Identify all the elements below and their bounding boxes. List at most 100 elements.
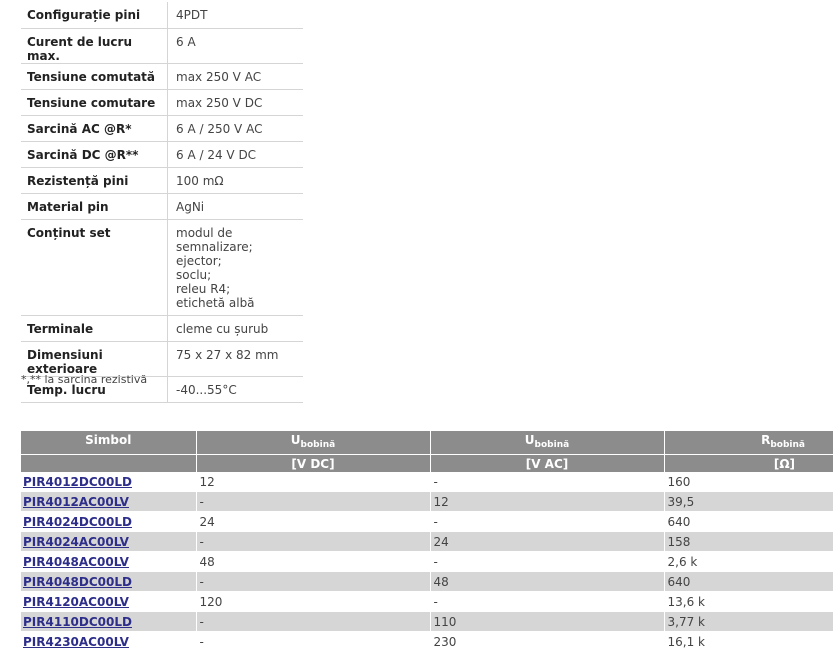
coil-voltage-ac-cell: 230: [429, 631, 664, 652]
product-symbol-cell: PIR4048AC00LV: [21, 551, 196, 572]
header-coil-voltage-dc: Ubobină: [195, 431, 430, 455]
coil-voltage-dc-cell: 120: [195, 591, 430, 612]
spec-value-line: releu R4;: [176, 281, 231, 296]
product-row: PIR4048DC00LD -48 640: [21, 571, 833, 592]
coil-resistance-cell: 16,1 k: [663, 631, 833, 652]
spec-label: Dimensiuni exterioare: [21, 341, 168, 377]
header-u: U: [290, 433, 301, 447]
header-coil-voltage-ac: Ubobină: [429, 431, 664, 455]
coil-resistance-cell: 158: [663, 531, 833, 552]
coil-resistance-cell: 2,6 k: [663, 551, 833, 572]
coil-resistance-cell: 640: [663, 571, 833, 592]
product-symbol-cell: PIR4048DC00LD: [21, 571, 196, 592]
spec-label: Tensiune comutare: [21, 89, 168, 116]
spec-value: 75 x 27 x 82 mm: [167, 341, 303, 377]
spec-value: 6 A: [167, 28, 303, 64]
spec-value-line: ejector;: [176, 253, 222, 268]
spec-value-line: modul de semnalizare;: [176, 225, 253, 254]
header-r-sub: bobină: [770, 440, 805, 450]
product-row: PIR4024AC00LV -24 158: [21, 531, 833, 552]
spec-value: max 250 V DC: [167, 89, 303, 116]
product-symbol-link[interactable]: PIR4120AC00LV: [23, 595, 129, 609]
spec-value-line: -40...55°C: [176, 382, 237, 397]
spec-value: modul de semnalizare; ejector; soclu; releu…: [167, 219, 303, 316]
spec-value-line: 100 mΩ: [176, 173, 224, 188]
header-unit-ohm: [Ω]: [663, 454, 833, 472]
product-row: PIR4024DC00LD 24-640: [21, 511, 833, 532]
spec-value: 6 A / 24 V DC: [167, 141, 303, 168]
spec-row: Sarcină DC @R** 6 A / 24 V DC: [21, 141, 303, 168]
spec-value: max 250 V AC: [167, 63, 303, 90]
coil-voltage-dc-cell: 24: [195, 511, 430, 532]
spec-label: Sarcină AC @R*: [21, 115, 168, 142]
spec-value-line: 6 A: [176, 34, 196, 49]
spec-value-line: soclu;: [176, 267, 212, 282]
coil-voltage-ac-cell: -: [429, 551, 664, 572]
coil-resistance-cell: 39,5: [663, 491, 833, 512]
spec-value-line: 6 A / 24 V DC: [176, 147, 257, 162]
footnote: *,** la sarcina rezistivă: [21, 373, 148, 386]
product-row: PIR4120AC00LV 120-13,6 k: [21, 591, 833, 612]
spec-row: Sarcină AC @R* 6 A / 250 V AC: [21, 115, 303, 142]
coil-voltage-ac-cell: 110: [429, 611, 664, 632]
spec-label: Curent de lucru max.: [21, 28, 168, 64]
product-symbol-cell: PIR4012AC00LV: [21, 491, 196, 512]
spec-label: Rezistență pini: [21, 167, 168, 194]
coil-resistance-cell: 160: [663, 472, 833, 492]
coil-voltage-dc-cell: -: [195, 611, 430, 632]
header-unit-vdc: [V DC]: [195, 454, 430, 472]
coil-resistance-cell: 13,6 k: [663, 591, 833, 612]
product-symbol-cell: PIR4024AC00LV: [21, 531, 196, 552]
spec-label: Tensiune comutată: [21, 63, 168, 90]
product-symbol-link[interactable]: PIR4110DC00LD: [23, 615, 132, 629]
coil-voltage-dc-cell: -: [195, 631, 430, 652]
spec-value: -40...55°C: [167, 376, 303, 403]
spec-row: Configurație pini 4PDT: [21, 2, 303, 29]
spec-value-line: max 250 V AC: [176, 69, 262, 84]
coil-voltage-ac-cell: -: [429, 511, 664, 532]
product-symbol-link[interactable]: PIR4024AC00LV: [23, 535, 129, 549]
spec-value: AgNi: [167, 193, 303, 220]
spec-value-line: max 250 V DC: [176, 95, 263, 110]
spec-row: Tensiune comutată max 250 V AC: [21, 63, 303, 90]
coil-voltage-ac-cell: 12: [429, 491, 664, 512]
spec-value-line: cleme cu șurub: [176, 321, 269, 336]
product-row: PIR4110DC00LD -110 3,77 k: [21, 611, 833, 632]
spec-label: Conținut set: [21, 219, 168, 316]
product-symbol-cell: PIR4012DC00LD: [21, 472, 196, 492]
product-symbol-cell: PIR4120AC00LV: [21, 591, 196, 612]
coil-resistance-cell: 3,77 k: [663, 611, 833, 632]
product-row: PIR4230AC00LV -230 16,1 k: [21, 631, 833, 652]
spec-label: Configurație pini: [21, 2, 168, 29]
spec-row: Terminale cleme cu șurub: [21, 315, 303, 342]
header-unit-vac: [V AC]: [429, 454, 664, 472]
spec-value: 6 A / 250 V AC: [167, 115, 303, 142]
spec-value-line: 6 A / 250 V AC: [176, 121, 263, 136]
spec-value-line: 4PDT: [176, 8, 208, 22]
coil-voltage-ac-cell: 24: [429, 531, 664, 552]
header-u-sub: bobină: [300, 440, 336, 450]
coil-voltage-dc-cell: -: [195, 531, 430, 552]
product-symbol-link[interactable]: PIR4012AC00LV: [23, 495, 129, 509]
coil-voltage-dc-cell: 12: [195, 472, 430, 492]
specifications-table: Configurație pini 4PDT Curent de lucru max…: [21, 2, 303, 403]
spec-value-line: etichetă albă: [176, 295, 255, 310]
product-symbol-link[interactable]: PIR4024DC00LD: [23, 515, 132, 529]
product-symbol-link[interactable]: PIR4048AC00LV: [23, 555, 129, 569]
spec-row: Material pin AgNi: [21, 193, 303, 220]
product-symbol-link[interactable]: PIR4012DC00LD: [23, 475, 132, 489]
spec-value: 100 mΩ: [167, 167, 303, 194]
product-symbol-cell: PIR4230AC00LV: [21, 631, 196, 652]
spec-value-line: AgNi: [176, 199, 205, 214]
spec-row: Conținut set modul de semnalizare; ejector…: [21, 219, 303, 316]
spec-row: Rezistență pini 100 mΩ: [21, 167, 303, 194]
spec-row: Dimensiuni exterioare 75 x 27 x 82 mm: [21, 341, 303, 377]
product-row: PIR4012DC00LD 12-160: [21, 472, 833, 492]
spec-label: Sarcină DC @R**: [21, 141, 168, 168]
product-symbol-link[interactable]: PIR4048DC00LD: [23, 575, 132, 589]
coil-voltage-dc-cell: -: [195, 491, 430, 512]
coil-resistance-cell: 640: [663, 511, 833, 532]
product-row: PIR4048AC00LV 48-2,6 k: [21, 551, 833, 572]
product-symbol-link[interactable]: PIR4230AC00LV: [23, 635, 129, 649]
spec-row: Tensiune comutare max 250 V DC: [21, 89, 303, 116]
